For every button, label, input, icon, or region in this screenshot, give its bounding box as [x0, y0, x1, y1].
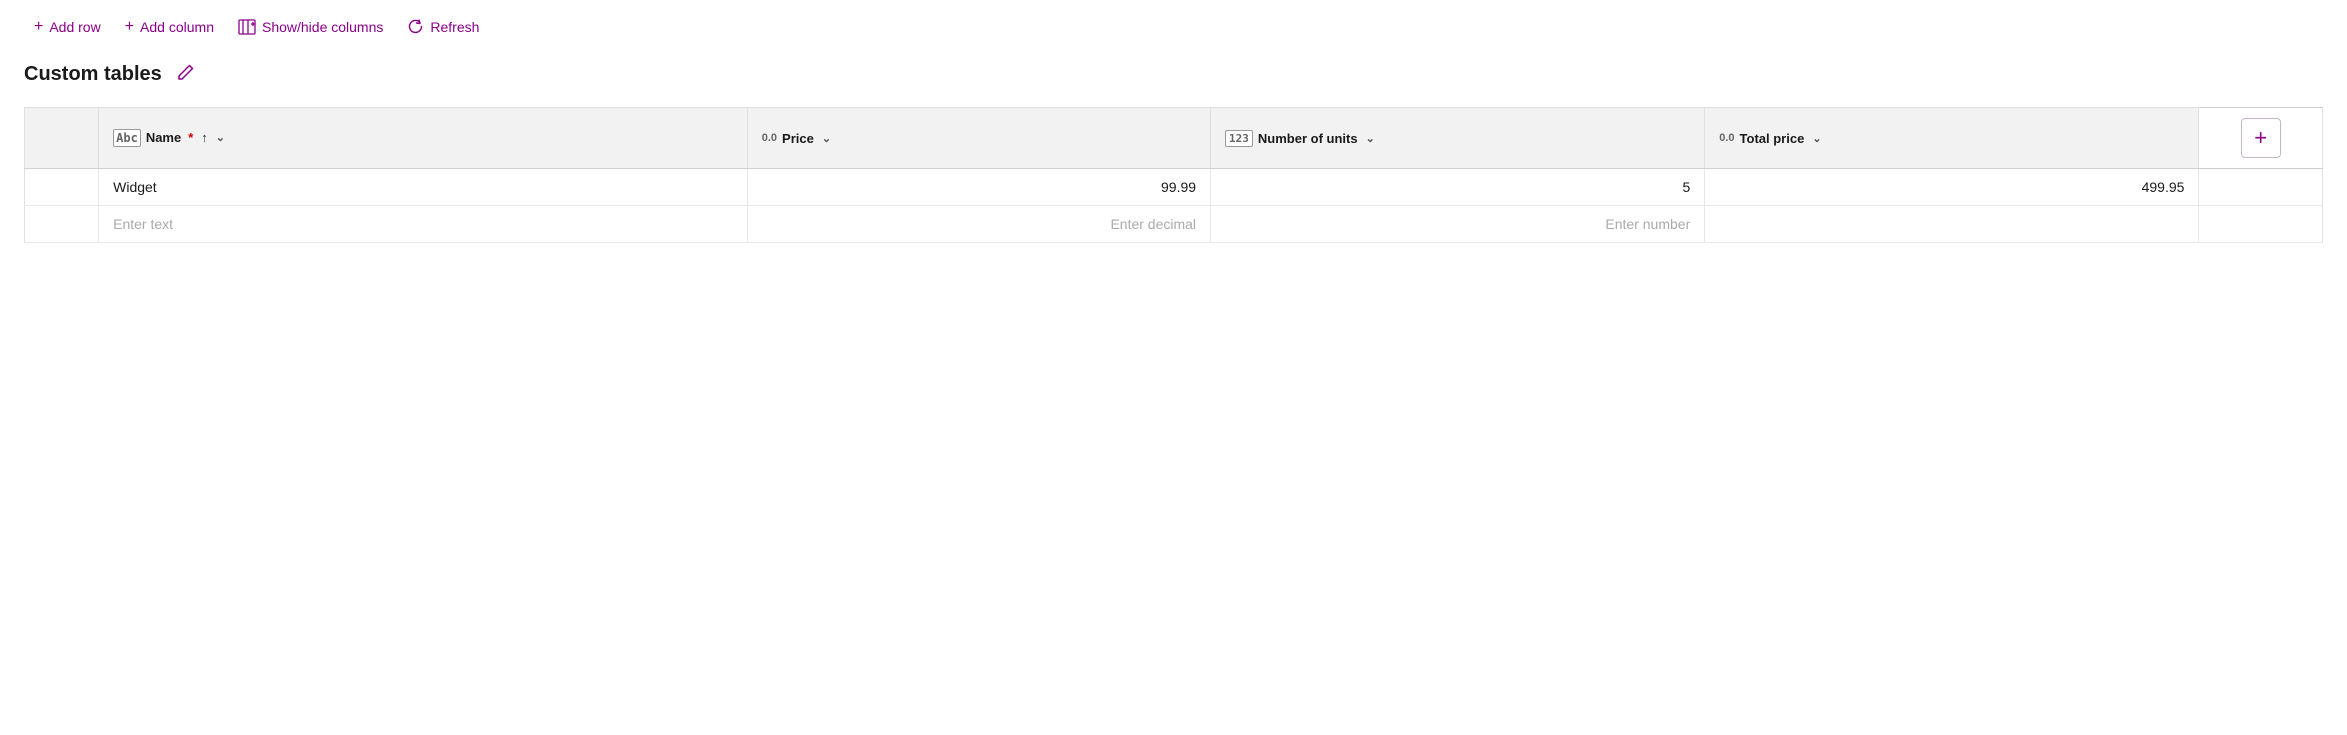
- column-header-total[interactable]: 0.0 Total price ⌄: [1705, 108, 2199, 169]
- row-selector-header: [25, 108, 99, 169]
- row-units-value: 5: [1682, 179, 1690, 195]
- table-header-row: Abc Name * ↑ ⌄ 0.0 Price ⌄: [25, 108, 2323, 169]
- add-column-button[interactable]: + Add column: [115, 12, 224, 42]
- add-column-icon: +: [125, 18, 134, 36]
- column-header-units[interactable]: 123 Number of units ⌄: [1211, 108, 1705, 169]
- row-total-cell[interactable]: 499.95: [1705, 169, 2199, 206]
- column-header-price[interactable]: 0.0 Price ⌄: [747, 108, 1210, 169]
- add-column-header-cell: +: [2199, 108, 2323, 169]
- new-row-units-cell[interactable]: Enter number: [1211, 206, 1705, 243]
- name-col-label: Name: [146, 130, 181, 145]
- new-row-name-placeholder: Enter text: [113, 216, 173, 232]
- page-title-row: Custom tables: [24, 58, 2323, 91]
- add-row-icon: +: [34, 18, 43, 36]
- new-row-selector-cell: [25, 206, 99, 243]
- row-total-value: 499.95: [2142, 179, 2185, 195]
- total-col-icon: 0.0: [1719, 132, 1734, 144]
- total-col-label: Total price: [1740, 131, 1805, 146]
- row-name-value: Widget: [113, 179, 157, 195]
- show-hide-columns-button[interactable]: Show/hide columns: [228, 12, 393, 42]
- column-header-name[interactable]: Abc Name * ↑ ⌄: [99, 108, 748, 169]
- price-col-label: Price: [782, 131, 814, 146]
- add-row-button[interactable]: + Add row: [24, 12, 111, 42]
- add-column-plus-icon: +: [2254, 127, 2267, 149]
- new-row-price-cell[interactable]: Enter decimal: [747, 206, 1210, 243]
- row-price-value: 99.99: [1161, 179, 1196, 195]
- refresh-button[interactable]: Refresh: [397, 12, 489, 42]
- units-col-icon: 123: [1225, 130, 1253, 147]
- row-empty-action-cell: [2199, 169, 2323, 206]
- name-sort-up-icon[interactable]: ↑: [201, 130, 208, 145]
- total-chevron-icon[interactable]: ⌄: [1812, 132, 1821, 145]
- page-title: Custom tables: [24, 63, 162, 86]
- row-name-cell[interactable]: Widget: [99, 169, 748, 206]
- edit-title-button[interactable]: [172, 58, 200, 91]
- new-row: Enter text Enter decimal Enter number: [25, 206, 2323, 243]
- price-chevron-icon[interactable]: ⌄: [822, 132, 831, 145]
- custom-table-wrapper: Abc Name * ↑ ⌄ 0.0 Price ⌄: [24, 107, 2323, 243]
- row-price-cell[interactable]: 99.99: [747, 169, 1210, 206]
- units-chevron-icon[interactable]: ⌄: [1366, 132, 1375, 145]
- add-column-table-button[interactable]: +: [2241, 118, 2281, 158]
- new-row-units-placeholder: Enter number: [1605, 216, 1690, 232]
- row-units-cell[interactable]: 5: [1211, 169, 1705, 206]
- name-col-icon: Abc: [113, 129, 141, 147]
- name-required-indicator: *: [188, 130, 193, 145]
- new-row-total-cell: [1705, 206, 2199, 243]
- price-col-icon: 0.0: [762, 132, 777, 144]
- name-sort-chevron-icon[interactable]: ⌄: [216, 131, 225, 144]
- table-row: Widget 99.99 5 499.95: [25, 169, 2323, 206]
- show-hide-icon: [238, 18, 256, 36]
- refresh-icon: [407, 18, 424, 36]
- units-col-label: Number of units: [1258, 131, 1358, 146]
- new-row-name-cell[interactable]: Enter text: [99, 206, 748, 243]
- row-selector-cell[interactable]: [25, 169, 99, 206]
- new-row-price-placeholder: Enter decimal: [1110, 216, 1196, 232]
- custom-table: Abc Name * ↑ ⌄ 0.0 Price ⌄: [24, 107, 2323, 243]
- edit-pencil-icon: [176, 62, 196, 87]
- new-row-empty-action-cell: [2199, 206, 2323, 243]
- toolbar: + Add row + Add column Show/hide columns…: [24, 12, 2323, 42]
